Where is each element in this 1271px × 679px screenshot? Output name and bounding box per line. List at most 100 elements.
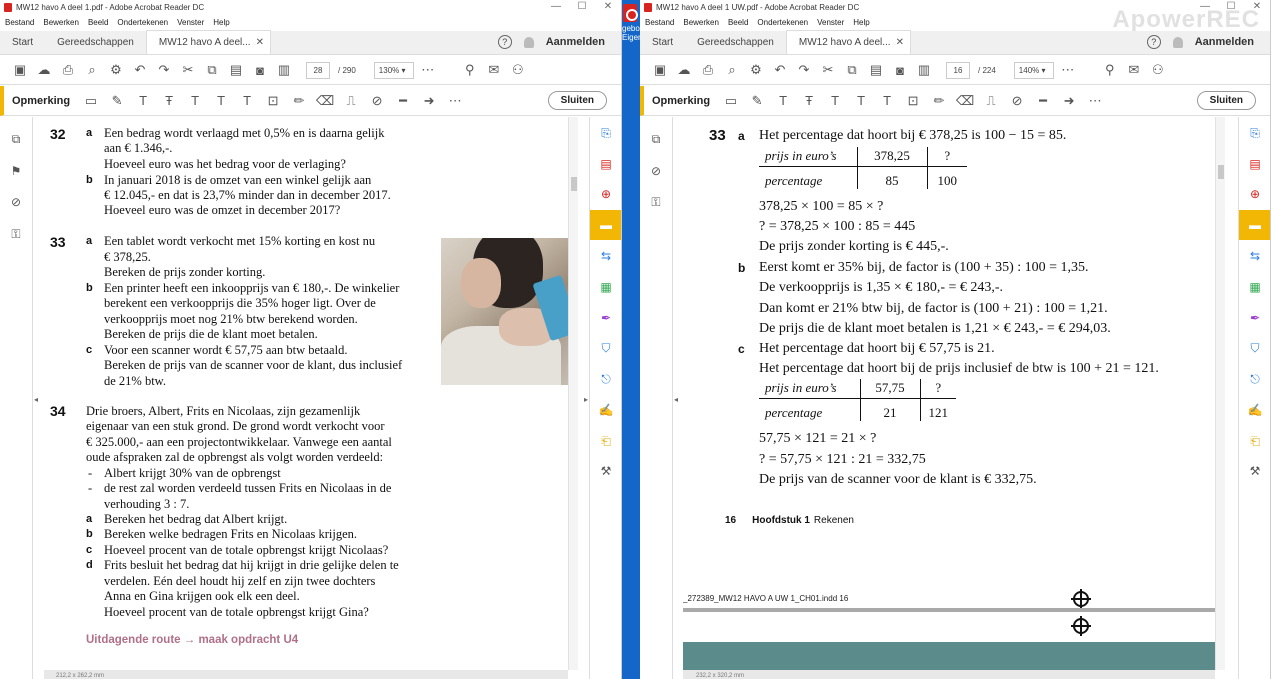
export-pdf-icon[interactable]: ⎘ [596,123,616,143]
snapshot-icon[interactable]: ◙ [890,60,910,80]
clipboard-icon[interactable]: ▤ [226,60,246,80]
scrollbar-thumb[interactable] [571,177,577,191]
edit-pdf-icon[interactable]: ▦ [1245,277,1265,297]
horizontal-scrollbar[interactable] [44,670,568,679]
close-tab-icon[interactable]: ✕ [256,37,264,48]
challenge-route-link[interactable]: Uitdagende route → maak opdracht U4 [86,634,298,646]
tab-start[interactable]: Start [0,30,45,54]
insert-text-icon[interactable]: T [210,90,232,112]
more-annotation-icon[interactable]: ⋯ [1084,90,1106,112]
strikethrough-icon[interactable]: Ŧ [798,90,820,112]
link-icon[interactable]: ⚲ [1100,60,1120,80]
edit-document-icon[interactable]: ⚙ [106,60,126,80]
strikethrough-icon[interactable]: Ŧ [158,90,180,112]
text-box-icon[interactable]: ⊡ [902,90,924,112]
send-review-icon[interactable]: ⎋ [1245,369,1265,389]
combine-files-icon[interactable]: ⇆ [1245,246,1265,266]
pencil-icon[interactable]: ✏ [928,90,950,112]
stamp-icon[interactable]: ⎍ [980,90,1002,112]
eraser-icon[interactable]: ⌫ [314,90,336,112]
scan-icon[interactable]: ⎗ [1245,431,1265,451]
help-icon[interactable]: ? [497,35,512,49]
cut-icon[interactable]: ✂ [178,60,198,80]
menu-ondertekenen[interactable]: Ondertekenen [757,18,808,27]
pages-icon[interactable]: ⧉ [8,131,24,147]
attach-icon[interactable]: ⊘ [366,90,388,112]
text-box-icon[interactable]: ⊡ [262,90,284,112]
scrollbar-thumb[interactable] [1218,165,1224,179]
request-signature-icon[interactable]: ✍ [1245,400,1265,420]
help-icon[interactable]: ? [1146,35,1161,49]
protect-icon[interactable]: ⛉ [1245,338,1265,358]
upload-cloud-icon[interactable]: ☁ [34,60,54,80]
replace-text-icon[interactable]: T [824,90,846,112]
collapse-left-arrow-icon[interactable]: ◂ [674,395,678,404]
vertical-scrollbar[interactable] [568,117,578,670]
signatures-icon[interactable]: ⚿ [8,226,24,242]
horizontal-scrollbar[interactable] [683,670,1215,679]
link-icon[interactable]: ⚲ [460,60,480,80]
menu-bewerken[interactable]: Bewerken [43,18,79,27]
scan-icon[interactable]: ⎗ [596,431,616,451]
highlight-icon[interactable]: ✎ [106,90,128,112]
more-icon[interactable]: ⋯ [418,60,438,80]
close-window-icon[interactable]: ✕ [595,0,621,13]
menu-ondertekenen[interactable]: Ondertekenen [117,18,168,27]
combine-files-icon[interactable]: ⇆ [596,246,616,266]
save-icon[interactable]: ▣ [10,60,30,80]
underline-text-icon[interactable]: T [772,90,794,112]
insert-text-icon[interactable]: T [850,90,872,112]
menu-beeld[interactable]: Beeld [88,18,108,27]
menu-venster[interactable]: Venster [817,18,844,27]
collapse-left-arrow-icon[interactable]: ◂ [34,395,38,404]
share-user-icon[interactable]: ⚇ [508,60,528,80]
protect-icon[interactable]: ⛉ [596,338,616,358]
edit-pdf-icon[interactable]: ▦ [596,277,616,297]
arrow-icon[interactable]: ➜ [1058,90,1080,112]
create-pdf-icon[interactable]: ⊕ [596,184,616,204]
print-icon[interactable]: ⎙ [58,60,78,80]
attachment-icon[interactable]: ⊘ [8,194,24,210]
more-annotation-icon[interactable]: ⋯ [444,90,466,112]
zoom-select[interactable]: 130% ▾ [373,61,414,79]
bookmark-icon[interactable]: ⚑ [8,163,24,179]
share-user-icon[interactable]: ⚇ [1148,60,1168,80]
save-icon[interactable]: ▣ [650,60,670,80]
pages-icon[interactable]: ⧉ [648,131,664,147]
mail-icon[interactable]: ✉ [1124,60,1144,80]
close-annotation-button[interactable]: Sluiten [1196,91,1256,110]
comment-tool-icon[interactable]: ▬ [1239,210,1270,240]
line-icon[interactable]: ━ [1032,90,1054,112]
request-signature-icon[interactable]: ✍ [596,400,616,420]
sticky-note-icon[interactable]: ▭ [80,90,102,112]
menu-bestand[interactable]: Bestand [645,18,674,27]
vertical-scrollbar[interactable] [1215,117,1225,670]
attach-icon[interactable]: ⊘ [1006,90,1028,112]
more-icon[interactable]: ⋯ [1058,60,1078,80]
line-icon[interactable]: ━ [392,90,414,112]
search-icon[interactable]: ⌕ [82,60,102,80]
notification-bell-icon[interactable] [523,36,534,48]
copy-icon[interactable]: ⧉ [842,60,862,80]
edit-document-icon[interactable]: ⚙ [746,60,766,80]
page-number-input[interactable]: 16 [946,61,970,79]
maximize-icon[interactable]: ☐ [569,0,595,13]
undo-icon[interactable]: ↶ [770,60,790,80]
cut-icon[interactable]: ✂ [818,60,838,80]
highlight-icon[interactable]: ✎ [746,90,768,112]
menu-help[interactable]: Help [213,18,229,27]
signatures-icon[interactable]: ⚿ [648,194,664,210]
tab-document[interactable]: MW12 havo A deel... ✕ [785,30,911,54]
replace-text-icon[interactable]: T [184,90,206,112]
menu-venster[interactable]: Venster [177,18,204,27]
notification-bell-icon[interactable] [1172,36,1183,48]
attachment-icon[interactable]: ⊘ [648,163,664,179]
snapshot-icon[interactable]: ◙ [250,60,270,80]
comment-tool-icon[interactable]: ▬ [590,210,621,240]
menu-beeld[interactable]: Beeld [728,18,748,27]
add-text-icon[interactable]: T [236,90,258,112]
zoom-select[interactable]: 140% ▾ [1013,61,1054,79]
organize-pages-icon[interactable]: ▤ [1245,154,1265,174]
fill-sign-icon[interactable]: ✒ [1245,308,1265,328]
clipboard-icon[interactable]: ▤ [866,60,886,80]
